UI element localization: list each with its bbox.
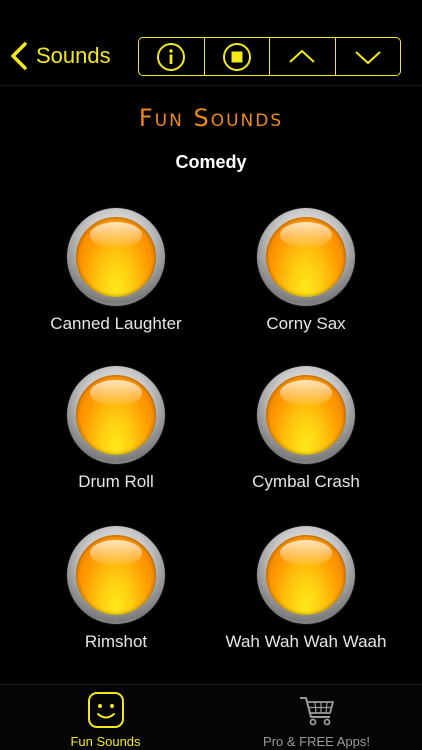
tab-bar: Fun Sounds Pro & FREE Apps! — [0, 684, 422, 750]
sound-button-light — [76, 217, 156, 297]
sound-button-light — [266, 375, 346, 455]
chevron-left-icon — [11, 42, 27, 70]
tab-fun-sounds[interactable]: Fun Sounds — [0, 685, 211, 750]
back-button-label: Sounds — [36, 43, 111, 68]
tab-label: Fun Sounds — [70, 734, 141, 749]
sound-button-drum-roll[interactable]: Drum Roll — [21, 366, 211, 492]
sound-button-ring[interactable] — [257, 208, 355, 306]
sound-label: Cymbal Crash — [252, 472, 360, 491]
sound-button-light — [266, 217, 346, 297]
back-button[interactable]: Sounds — [10, 36, 111, 76]
navigation-bar: Sounds — [0, 0, 422, 86]
sound-button-cymbal-crash[interactable]: Cymbal Crash — [211, 366, 401, 492]
playback-controls — [138, 37, 401, 76]
smiley-icon — [87, 692, 124, 728]
sound-button-light — [76, 535, 156, 615]
sound-button-ring[interactable] — [257, 526, 355, 624]
sound-button-ring[interactable] — [67, 526, 165, 624]
stop-icon — [222, 42, 251, 71]
sound-label: Canned Laughter — [50, 314, 182, 333]
sound-label: Corny Sax — [266, 314, 346, 333]
category-title: Comedy — [175, 152, 247, 172]
chevron-down-icon — [355, 50, 381, 64]
sound-label: Rimshot — [84, 632, 148, 651]
tab-pro-free-apps[interactable]: Pro & FREE Apps! — [211, 685, 422, 750]
sound-button-light — [76, 375, 156, 455]
sound-button-wah-wah[interactable]: Wah Wah Wah Waah — [211, 526, 401, 652]
app-logo: Fun Sounds — [138, 104, 284, 132]
info-icon — [157, 42, 186, 71]
sound-button-ring[interactable] — [67, 208, 165, 306]
shopping-cart-icon — [299, 697, 334, 726]
sound-button-rimshot[interactable]: Rimshot — [21, 526, 211, 652]
sound-button-ring[interactable] — [257, 366, 355, 464]
chevron-up-icon — [289, 49, 315, 63]
sound-button-canned-laughter[interactable]: Canned Laughter — [21, 208, 211, 334]
stop-button[interactable] — [205, 38, 270, 75]
sound-button-light — [266, 535, 346, 615]
sound-button-ring[interactable] — [67, 366, 165, 464]
next-button[interactable] — [336, 38, 401, 75]
sound-button-corny-sax[interactable]: Corny Sax — [211, 208, 401, 334]
sound-label: Drum Roll — [78, 472, 154, 491]
previous-button[interactable] — [270, 38, 336, 75]
tab-label: Pro & FREE Apps! — [263, 734, 370, 749]
info-button[interactable] — [139, 38, 205, 75]
sound-label: Wah Wah Wah Waah — [225, 632, 387, 651]
